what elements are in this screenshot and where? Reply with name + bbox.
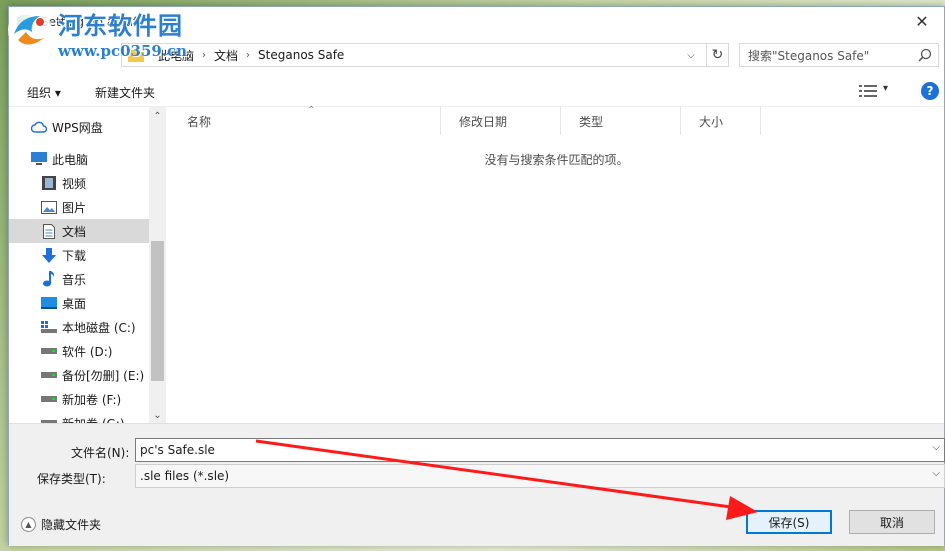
sidebar-item-label: 新加卷 (F:) bbox=[62, 392, 122, 407]
navigation-bar: › 此电脑 › 文档 › Steganos Safe ⌵ ↻ 搜索"Stegan… bbox=[9, 43, 944, 69]
sidebar-item-wps-cloud[interactable]: WPS网盘 bbox=[9, 115, 149, 139]
sidebar-item-label: 本地磁盘 (C:) bbox=[62, 320, 136, 335]
music-icon bbox=[41, 271, 57, 287]
collapse-icon: ▲ bbox=[21, 517, 36, 532]
sidebar-item-label: 软件 (D:) bbox=[62, 344, 113, 359]
save-dialog: Setting up a Safe ✕ › 此电脑 › 文档 › Stegano… bbox=[8, 6, 945, 546]
download-icon bbox=[41, 247, 57, 263]
empty-folder-message: 没有与搜索条件匹配的项。 bbox=[484, 153, 629, 167]
column-header-name[interactable]: 名称 bbox=[169, 107, 441, 135]
document-icon bbox=[41, 223, 57, 239]
search-placeholder: 搜索"Steganos Safe" bbox=[748, 48, 870, 63]
command-toolbar: 组织 ▾ 新建文件夹 ▾ ? bbox=[9, 77, 944, 107]
sidebar-item-label: 文档 bbox=[62, 224, 87, 239]
organize-button[interactable]: 组织 ▾ bbox=[27, 84, 61, 101]
windows-drive-icon bbox=[41, 319, 57, 335]
picture-icon bbox=[41, 199, 57, 215]
scroll-down-icon[interactable]: ⌄ bbox=[149, 410, 166, 421]
view-options-icon[interactable] bbox=[859, 84, 877, 98]
sidebar-item-label: 此电脑 bbox=[52, 152, 89, 167]
desktop-icon bbox=[41, 295, 57, 311]
sidebar-item-desktop[interactable]: 桌面 bbox=[9, 291, 149, 315]
folder-icon bbox=[128, 50, 144, 62]
new-folder-button[interactable]: 新建文件夹 bbox=[95, 84, 155, 101]
video-icon bbox=[41, 175, 57, 191]
breadcrumb-documents[interactable]: 文档 bbox=[208, 47, 244, 64]
sidebar-item-downloads[interactable]: 下载 bbox=[9, 243, 149, 267]
sidebar-item-label: 新加卷 (G:) bbox=[62, 415, 125, 424]
filename-input[interactable]: pc's Safe.sle ⌵ bbox=[135, 438, 945, 462]
filetype-label: 保存类型(T): bbox=[37, 472, 106, 486]
breadcrumb-separator: › bbox=[246, 49, 251, 61]
breadcrumb-this-pc[interactable]: 此电脑 bbox=[152, 47, 200, 64]
window-title: Setting up a Safe bbox=[41, 15, 145, 29]
drive-icon bbox=[41, 391, 57, 407]
sidebar-item-label: 备份[勿删] (E:) bbox=[62, 368, 145, 383]
breadcrumb-steganos-safe[interactable]: Steganos Safe bbox=[252, 48, 350, 62]
column-header-type[interactable]: 类型 bbox=[561, 107, 681, 135]
sidebar-item-drive-g[interactable]: 新加卷 (G:) bbox=[9, 411, 149, 423]
cloud-icon bbox=[31, 119, 47, 135]
column-header-date-modified[interactable]: 修改日期 bbox=[441, 107, 561, 135]
sidebar-item-this-pc[interactable]: 此电脑 bbox=[9, 147, 149, 171]
refresh-button[interactable]: ↻ bbox=[706, 44, 728, 66]
sidebar-item-documents[interactable]: 文档 bbox=[9, 219, 149, 243]
filename-dropdown-icon[interactable]: ⌵ bbox=[932, 442, 940, 453]
sidebar-item-drive-e[interactable]: 备份[勿删] (E:) bbox=[9, 363, 149, 387]
hide-folders-toggle[interactable]: ▲ 隐藏文件夹 bbox=[21, 516, 101, 533]
close-button[interactable]: ✕ bbox=[900, 7, 944, 35]
navigation-scrollbar[interactable]: ⌃ ⌄ bbox=[149, 107, 166, 423]
breadcrumb-separator: › bbox=[202, 49, 207, 61]
address-bar[interactable]: › 此电脑 › 文档 › Steganos Safe ⌵ ↻ bbox=[121, 43, 729, 67]
navigation-pane: WPS网盘 此电脑 视频 图片 文档 下载 音乐 桌面 本地磁盘 (C:) 软件… bbox=[9, 107, 149, 423]
computer-icon bbox=[31, 151, 47, 167]
view-dropdown[interactable]: ▾ bbox=[883, 83, 888, 94]
sidebar-item-drive-d[interactable]: 软件 (D:) bbox=[9, 339, 149, 363]
drive-icon bbox=[41, 343, 57, 359]
sidebar-item-label: 视频 bbox=[62, 176, 87, 191]
sidebar-item-videos[interactable]: 视频 bbox=[9, 171, 149, 195]
sidebar-item-label: 下载 bbox=[62, 248, 87, 263]
title-bar: Setting up a Safe ✕ bbox=[9, 7, 944, 39]
save-button[interactable]: 保存(S) bbox=[746, 510, 832, 534]
scroll-up-icon[interactable]: ⌃ bbox=[149, 111, 166, 122]
filename-label: 文件名(N): bbox=[71, 446, 130, 460]
drive-icon bbox=[41, 415, 57, 423]
search-icon[interactable] bbox=[918, 48, 932, 62]
sidebar-item-music[interactable]: 音乐 bbox=[9, 267, 149, 291]
app-icon bbox=[17, 15, 33, 29]
file-list[interactable]: ⌃ 名称 修改日期 类型 大小 没有与搜索条件匹配的项。 bbox=[169, 105, 944, 423]
filename-value: pc's Safe.sle bbox=[140, 443, 215, 457]
sidebar-item-label: 音乐 bbox=[62, 272, 87, 287]
breadcrumb-separator: › bbox=[146, 49, 150, 61]
sidebar-item-drive-c[interactable]: 本地磁盘 (C:) bbox=[9, 315, 149, 339]
filetype-select[interactable]: .sle files (*.sle) ⌵ bbox=[135, 464, 945, 488]
sidebar-item-label: 桌面 bbox=[62, 296, 87, 311]
filetype-dropdown-icon[interactable]: ⌵ bbox=[932, 468, 940, 479]
column-header-size[interactable]: 大小 bbox=[681, 107, 761, 135]
drive-icon bbox=[41, 367, 57, 383]
sidebar-item-label: 图片 bbox=[62, 200, 87, 215]
hide-folders-label: 隐藏文件夹 bbox=[41, 518, 102, 532]
scrollbar-thumb[interactable] bbox=[151, 241, 164, 381]
sidebar-item-label: WPS网盘 bbox=[52, 120, 103, 135]
save-options-panel: 文件名(N): pc's Safe.sle ⌵ 保存类型(T): .sle fi… bbox=[9, 423, 945, 546]
cancel-button[interactable]: 取消 bbox=[849, 510, 935, 534]
help-icon[interactable]: ? bbox=[921, 82, 939, 100]
address-history-dropdown[interactable]: ⌵ bbox=[682, 44, 700, 66]
filetype-value: .sle files (*.sle) bbox=[140, 469, 230, 483]
sidebar-item-pictures[interactable]: 图片 bbox=[9, 195, 149, 219]
search-box[interactable]: 搜索"Steganos Safe" bbox=[739, 43, 939, 67]
sidebar-item-drive-f[interactable]: 新加卷 (F:) bbox=[9, 387, 149, 411]
